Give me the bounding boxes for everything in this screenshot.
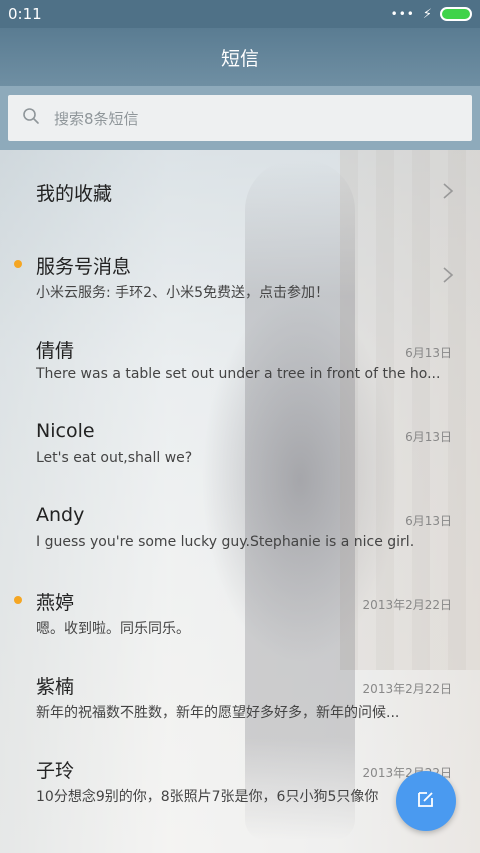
conversation-name: 紫楠	[36, 676, 75, 698]
conversation-date: 6月13日	[405, 514, 452, 528]
list-item-conversation[interactable]: Andy 6月13日 I guess you're some lucky guy…	[0, 490, 480, 566]
conversation-name: 服务号消息	[36, 256, 132, 278]
search-area: 搜索8条短信	[0, 86, 480, 150]
conversation-list: 我的收藏 服务号消息 小米云服务: 手环2、小米5免费送，点击参加！ 倩倩 6月…	[0, 150, 480, 853]
chevron-right-icon	[443, 267, 454, 283]
status-time: 0:11	[8, 5, 42, 23]
conversation-date: 6月13日	[405, 346, 452, 360]
conversation-name: 子玲	[36, 760, 75, 782]
list-item-service-messages[interactable]: 服务号消息 小米云服务: 手环2、小米5免费送，点击参加！	[0, 238, 480, 314]
search-placeholder: 搜索8条短信	[54, 109, 139, 128]
search-input[interactable]: 搜索8条短信	[8, 95, 472, 141]
page-title: 短信	[220, 47, 259, 70]
list-item-conversation[interactable]: 燕婷 2013年2月22日 嗯。收到啦。同乐同乐。	[0, 574, 480, 650]
status-bar: 0:11 ••• ⚡	[0, 0, 480, 28]
conversation-name: Nicole	[36, 420, 95, 442]
unread-dot	[14, 260, 22, 268]
conversation-preview: 嗯。收到啦。同乐同乐。	[36, 621, 190, 637]
list-item-conversation[interactable]: 紫楠 2013年2月22日 新年的祝福数不胜数，新年的愿望好多好多，新年的问候.…	[0, 658, 480, 734]
charging-icon: ⚡	[422, 6, 432, 22]
conversation-preview: I guess you're some lucky guy.Stephanie …	[36, 534, 415, 550]
battery-icon	[440, 7, 472, 21]
list-item-conversation[interactable]: Nicole 6月13日 Let's eat out,shall we?	[0, 406, 480, 482]
conversation-preview: Let's eat out,shall we?	[36, 450, 193, 466]
unread-dot	[14, 596, 22, 604]
conversation-date: 2013年2月22日	[362, 598, 452, 612]
signal-icon: •••	[390, 7, 415, 21]
conversation-preview: 新年的祝福数不胜数，新年的愿望好多好多，新年的问候...	[36, 705, 400, 721]
compose-icon	[416, 789, 436, 813]
conversation-preview: 10分想念9别的你，8张照片7张是你，6只小狗5只像你	[36, 789, 379, 805]
conversation-date: 2013年2月22日	[362, 682, 452, 696]
app-title-bar: 短信	[0, 28, 480, 86]
status-right: ••• ⚡	[391, 7, 472, 22]
conversation-preview: 小米云服务: 手环2、小米5免费送，点击参加！	[36, 285, 329, 301]
conversation-name: Andy	[36, 504, 85, 526]
compose-button[interactable]	[396, 771, 456, 831]
conversation-preview: There was a table set out under a tree i…	[36, 366, 441, 382]
conversation-name: 燕婷	[36, 592, 75, 614]
list-item-conversation[interactable]: 倩倩 6月13日 There was a table set out under…	[0, 322, 480, 398]
chevron-right-icon	[443, 183, 454, 199]
list-item-favorites[interactable]: 我的收藏	[0, 150, 480, 230]
conversation-name: 倩倩	[36, 340, 75, 362]
search-icon	[22, 107, 40, 129]
conversation-name: 我的收藏	[36, 183, 113, 205]
conversation-date: 6月13日	[405, 430, 452, 444]
